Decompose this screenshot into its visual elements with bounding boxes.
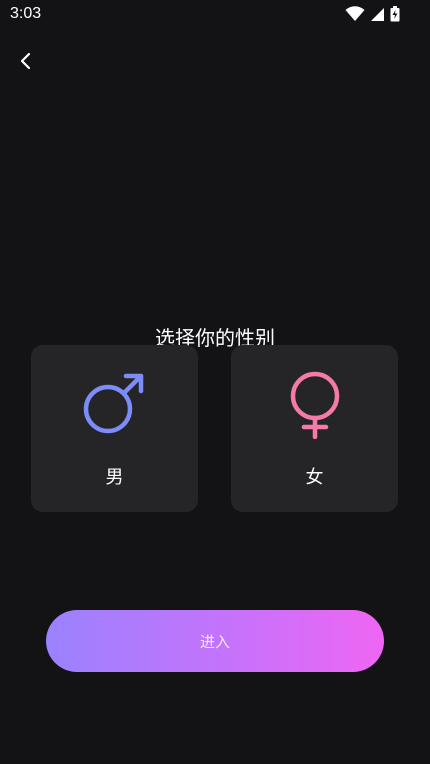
enter-button-label: 进入 bbox=[199, 632, 230, 651]
status-bar: 3:03 bbox=[0, 0, 430, 30]
signal-icon bbox=[370, 7, 385, 22]
battery-icon bbox=[390, 6, 400, 22]
chevron-left-icon bbox=[20, 52, 31, 70]
female-symbol-icon bbox=[290, 371, 339, 439]
gender-label-male: 男 bbox=[105, 467, 124, 488]
gender-option-male[interactable]: 男 bbox=[31, 345, 198, 512]
gender-label-female: 女 bbox=[305, 467, 324, 488]
gender-option-female[interactable]: 女 bbox=[231, 345, 398, 512]
enter-button[interactable]: 进入 bbox=[46, 610, 384, 672]
male-symbol-icon bbox=[83, 373, 143, 434]
status-time: 3:03 bbox=[10, 5, 42, 22]
status-icons bbox=[345, 6, 400, 22]
wifi-icon bbox=[345, 6, 365, 22]
back-button[interactable] bbox=[13, 48, 39, 74]
